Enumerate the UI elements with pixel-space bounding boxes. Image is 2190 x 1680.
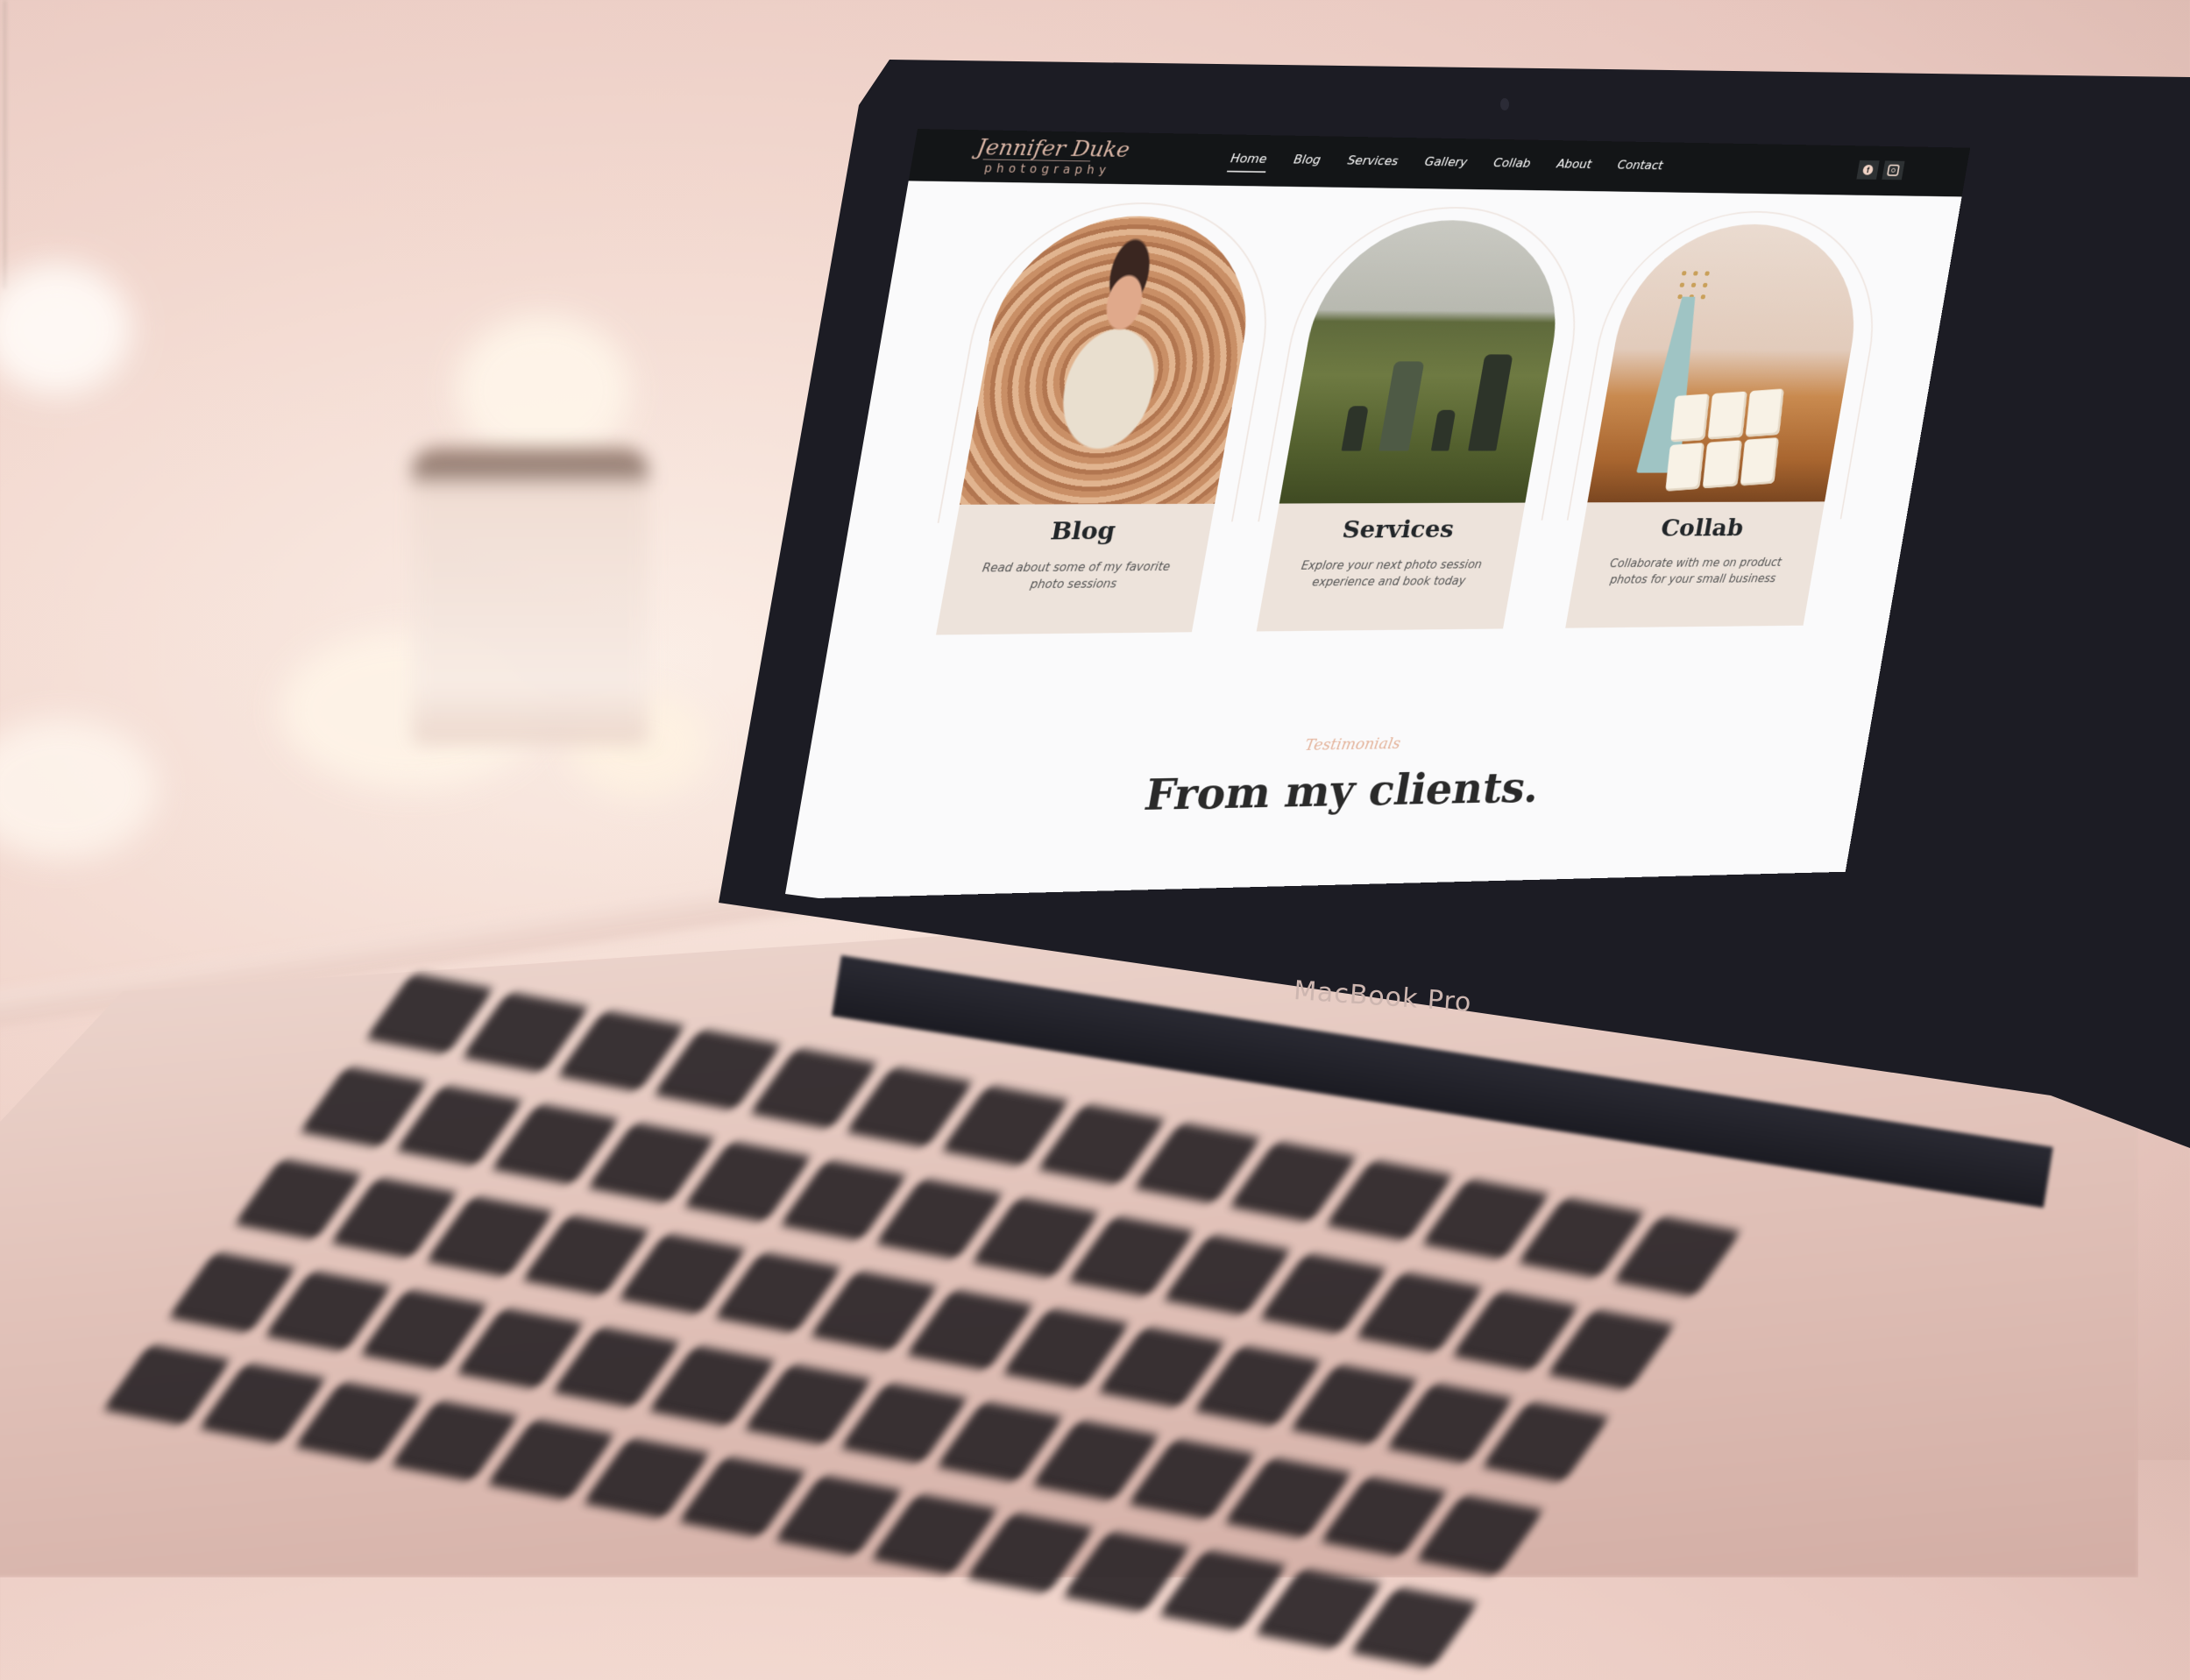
nav-home[interactable]: Home xyxy=(1230,151,1268,166)
feature-cards: Blog Read about some of my favorite phot… xyxy=(936,200,1895,635)
nav-collab[interactable]: Collab xyxy=(1492,155,1532,170)
social-links: f xyxy=(1856,159,1905,181)
wax-melt-block xyxy=(1665,388,1784,492)
site-logo[interactable]: Jennifer Duke photography xyxy=(972,134,1132,179)
webcam xyxy=(1500,98,1509,110)
child-figure xyxy=(1341,406,1369,451)
main-nav: Home Blog Services Gallery Collab About … xyxy=(1230,151,1664,172)
card-collab[interactable]: Collab Collaborate with me on product ph… xyxy=(1565,209,1895,628)
card-description: Read about some of my favorite photo ses… xyxy=(981,559,1172,592)
testimonials-section: Testimonials From my clients. xyxy=(785,727,1870,864)
card-blog[interactable]: Blog Read about some of my favorite phot… xyxy=(936,200,1290,635)
nav-services[interactable]: Services xyxy=(1346,153,1399,168)
card-services[interactable]: Services Explore your next photo session… xyxy=(1256,204,1598,632)
card-panel: Blog Read about some of my favorite phot… xyxy=(936,503,1215,635)
nav-about[interactable]: About xyxy=(1556,157,1592,172)
instagram-link[interactable] xyxy=(1882,160,1905,181)
mother-figure xyxy=(1378,361,1425,451)
card-description: Collaborate with me on product photos fo… xyxy=(1609,556,1783,587)
card-description: Explore your next photo session experien… xyxy=(1300,557,1484,589)
section-eyebrow: Testimonials xyxy=(1303,734,1402,755)
child-figure xyxy=(1430,409,1456,451)
section-headline: From my clients. xyxy=(1140,762,1544,821)
logo-script: Jennifer Duke xyxy=(975,134,1132,163)
father-figure xyxy=(1468,354,1513,451)
keyboard-key xyxy=(1353,1586,1479,1663)
nav-gallery[interactable]: Gallery xyxy=(1424,154,1469,169)
nav-contact[interactable]: Contact xyxy=(1617,158,1664,173)
card-panel: Services Explore your next photo session… xyxy=(1256,502,1526,632)
logo-subtitle: photography xyxy=(982,161,1112,178)
nav-blog[interactable]: Blog xyxy=(1293,152,1322,167)
card-panel: Collab Collaborate with me on product ph… xyxy=(1565,501,1825,628)
newborn-baby-photo xyxy=(959,214,1266,505)
facebook-icon: f xyxy=(1861,164,1875,175)
family-field-photo xyxy=(1279,218,1575,504)
website-viewport: Jennifer Duke photography Home Blog Serv… xyxy=(785,129,1971,900)
facebook-link[interactable]: f xyxy=(1856,159,1880,180)
instagram-icon xyxy=(1886,164,1901,177)
wax-melts-product-photo xyxy=(1587,223,1873,503)
